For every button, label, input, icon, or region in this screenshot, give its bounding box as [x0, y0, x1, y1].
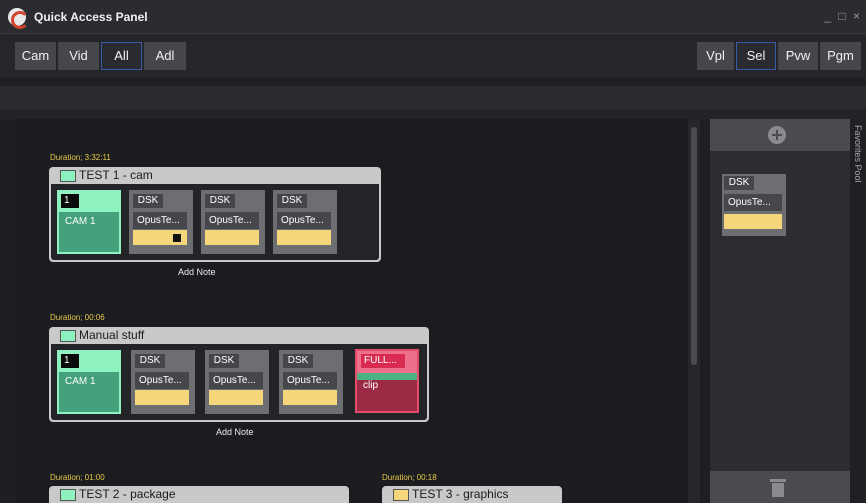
dsk-text: OpusTe... [205, 212, 259, 229]
dsk-badge: DSK [205, 194, 235, 208]
plus-icon [768, 126, 786, 144]
dsk-text: OpusTe... [724, 194, 782, 211]
full-clip-card[interactable]: FULL... clip [355, 349, 419, 413]
cam-card[interactable]: 1 CAM 1 [57, 350, 121, 414]
favorite-dsk-card[interactable]: DSK OpusTe... [722, 174, 786, 236]
spacer [0, 109, 866, 119]
group-header: TEST 3 - graphics [382, 486, 562, 503]
spacer [0, 78, 866, 86]
group-color-swatch[interactable] [60, 330, 76, 342]
sel-button[interactable]: Sel [736, 42, 776, 70]
app-logo-icon [8, 8, 29, 29]
card-label: CAM 1 [65, 376, 96, 387]
dsk-text: OpusTe... [133, 212, 187, 229]
group-header: Manual stuff [49, 327, 429, 344]
favorites-panel: DSK OpusTe... [710, 119, 850, 503]
favorites-pool-tab[interactable]: Favorites Pool [850, 119, 866, 503]
dsk-card[interactable]: DSK OpusTe... [279, 350, 343, 414]
group-body: 1 CAM 1 DSK OpusTe... DSK OpusTe... DSK … [51, 344, 427, 420]
card-number: 1 [61, 354, 79, 368]
favorites-pool-label: Favorites Pool [853, 125, 863, 183]
dsk-badge: DSK [283, 354, 313, 368]
group-header: TEST 1 - cam [49, 167, 381, 184]
group-duration: Duration; 00:06 [50, 313, 105, 322]
group-color-swatch[interactable] [60, 489, 76, 501]
rundown-scrollbar[interactable] [688, 119, 700, 503]
add-note-button[interactable]: Add Note [178, 267, 216, 277]
dsk-badge: DSK [133, 194, 163, 208]
dsk-text: OpusTe... [209, 372, 263, 389]
all-filter-button[interactable]: All [101, 42, 142, 70]
info-bar [0, 86, 866, 109]
group-title: Manual stuff [79, 328, 145, 342]
rundown-group[interactable]: TEST 1 - cam 1 CAM 1 DSK OpusTe... DSK O… [49, 167, 381, 262]
dsk-card[interactable]: DSK OpusTe... [273, 190, 337, 254]
group-body: 1 CAM 1 DSK OpusTe... DSK OpusTe... DSK … [51, 184, 379, 260]
clip-progress [357, 373, 417, 380]
trash-icon [770, 479, 786, 497]
delete-favorite-button[interactable] [710, 471, 850, 503]
window-controls: _ □ × [824, 9, 862, 23]
dsk-card[interactable]: DSK OpusTe... [205, 350, 269, 414]
adl-filter-button[interactable]: Adl [144, 42, 186, 70]
rundown-area: Duration; 3:32:11 TEST 1 - cam 1 CAM 1 D… [16, 119, 688, 503]
group-duration: Duration; 3:32:11 [50, 153, 111, 162]
scrollbar-thumb[interactable] [691, 127, 697, 365]
group-color-swatch[interactable] [60, 170, 76, 182]
dsk-badge: DSK [209, 354, 239, 368]
stop-icon [173, 234, 181, 242]
group-duration: Duration; 01:00 [50, 473, 105, 482]
dsk-badge: DSK [277, 194, 307, 208]
cam-filter-button[interactable]: Cam [15, 42, 56, 70]
rundown-group[interactable]: TEST 2 - package [49, 486, 349, 503]
dsk-status-bar [724, 214, 782, 229]
card-number: 1 [61, 194, 79, 208]
dsk-status-bar [133, 230, 187, 245]
group-title: TEST 2 - package [79, 487, 176, 501]
dsk-badge: DSK [135, 354, 165, 368]
dsk-card[interactable]: DSK OpusTe... [131, 350, 195, 414]
pgm-button[interactable]: Pgm [820, 42, 861, 70]
minimize-icon[interactable]: _ [824, 9, 833, 23]
dsk-card[interactable]: DSK OpusTe... [129, 190, 193, 254]
dsk-badge: DSK [724, 176, 754, 190]
close-icon[interactable]: × [853, 9, 862, 23]
dsk-text: OpusTe... [283, 372, 337, 389]
cam-card[interactable]: 1 CAM 1 [57, 190, 121, 254]
group-color-swatch[interactable] [393, 489, 409, 501]
dsk-status-bar [277, 230, 331, 245]
add-favorite-button[interactable] [710, 119, 850, 151]
full-badge: FULL... [361, 354, 405, 368]
group-header: TEST 2 - package [49, 486, 349, 503]
group-title: TEST 3 - graphics [412, 487, 509, 501]
dsk-status-bar [205, 230, 259, 245]
pvw-button[interactable]: Pvw [778, 42, 818, 70]
dsk-text: OpusTe... [135, 372, 189, 389]
dsk-status-bar [283, 390, 337, 405]
add-note-button[interactable]: Add Note [216, 427, 254, 437]
dsk-card[interactable]: DSK OpusTe... [201, 190, 265, 254]
vid-filter-button[interactable]: Vid [58, 42, 99, 70]
window-title: Quick Access Panel [34, 10, 148, 24]
dsk-status-bar [209, 390, 263, 405]
clip-label: clip [363, 380, 379, 391]
title-bar: Quick Access Panel _ □ × [0, 0, 866, 34]
group-title: TEST 1 - cam [79, 168, 153, 182]
rundown-group[interactable]: TEST 3 - graphics [382, 486, 562, 503]
card-label: CAM 1 [65, 216, 96, 227]
rundown-group[interactable]: Manual stuff 1 CAM 1 DSK OpusTe... DSK O… [49, 327, 429, 422]
group-duration: Duration; 00:18 [382, 473, 437, 482]
maximize-icon[interactable]: □ [838, 9, 847, 23]
vpl-button[interactable]: Vpl [697, 42, 734, 70]
toolbar: Cam Vid All Adl Vpl Sel Pvw Pgm [0, 34, 866, 78]
dsk-text: OpusTe... [277, 212, 331, 229]
dsk-status-bar [135, 390, 189, 405]
